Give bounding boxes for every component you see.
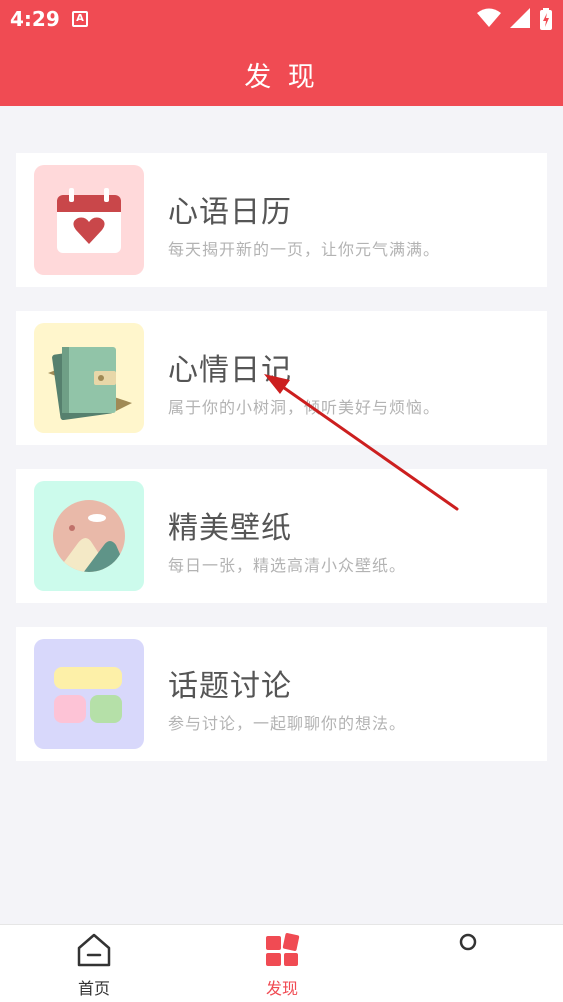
tab-home[interactable]: 首页 xyxy=(34,925,154,1002)
diary-notebook-icon xyxy=(34,323,144,433)
tab-label: 首页 xyxy=(77,979,110,998)
tab-profile[interactable] xyxy=(408,925,528,1002)
app-header: 4:29 A 发 现 xyxy=(0,0,563,106)
status-bar: 4:29 A xyxy=(0,0,563,38)
card-description: 每日一张，精选高清小众壁纸。 xyxy=(168,556,407,575)
profile-icon xyxy=(459,933,477,951)
wifi-icon xyxy=(476,8,501,27)
battery-charging-icon xyxy=(540,8,552,30)
page-title: 发 现 xyxy=(244,62,319,93)
card-topics[interactable]: 话题讨论 参与讨论，一起聊聊你的想法。 xyxy=(16,627,547,761)
notification-app-icon: A xyxy=(72,11,88,27)
topic-blocks-icon xyxy=(34,639,144,749)
card-title: 精美壁纸 xyxy=(168,511,292,546)
card-title: 心情日记 xyxy=(168,353,292,388)
calendar-heart-icon xyxy=(34,165,144,275)
landscape-picture-icon xyxy=(34,481,144,591)
status-icons xyxy=(473,8,553,30)
card-description: 属于你的小树洞，倾听美好与烦恼。 xyxy=(168,398,441,417)
tab-label: 发现 xyxy=(265,979,298,998)
card-description: 每天揭开新的一页，让你元气满满。 xyxy=(168,240,441,259)
card-mood-diary[interactable]: 心情日记 属于你的小树洞，倾听美好与烦恼。 xyxy=(16,311,547,445)
bottom-tab-bar: 首页 发现 xyxy=(0,924,563,1002)
home-icon xyxy=(77,933,111,967)
card-title: 心语日历 xyxy=(168,195,292,230)
card-description: 参与讨论，一起聊聊你的想法。 xyxy=(168,714,407,733)
tab-discover[interactable]: 发现 xyxy=(222,925,342,1002)
card-title: 话题讨论 xyxy=(168,669,292,704)
card-wallpaper[interactable]: 精美壁纸 每日一张，精选高清小众壁纸。 xyxy=(16,469,547,603)
status-time: 4:29 xyxy=(10,7,60,31)
signal-icon xyxy=(509,8,530,28)
discover-icon xyxy=(266,933,300,966)
card-calendar[interactable]: 心语日历 每天揭开新的一页，让你元气满满。 xyxy=(16,153,547,287)
